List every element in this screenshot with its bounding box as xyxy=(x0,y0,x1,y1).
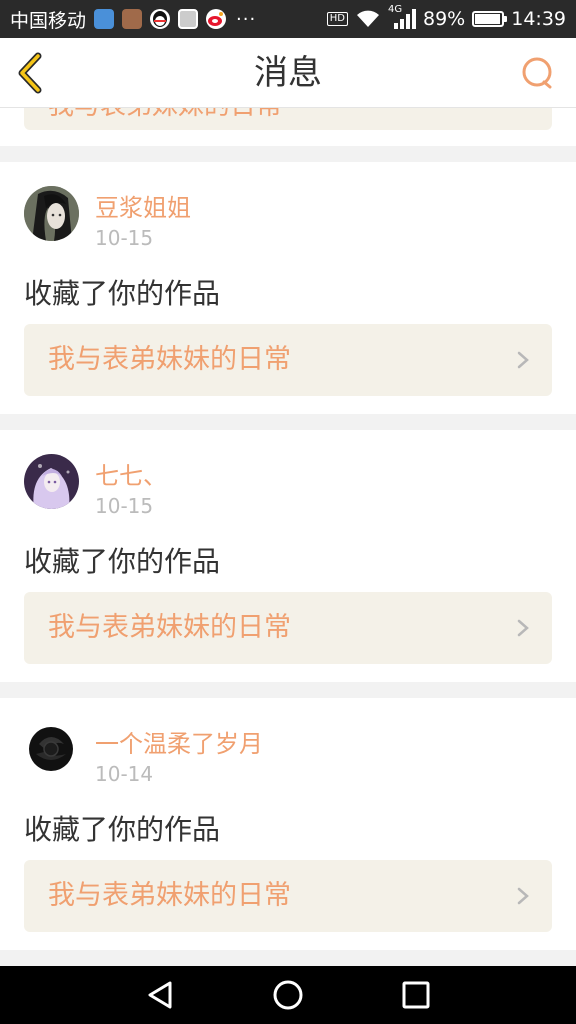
header: 消息 xyxy=(0,38,576,108)
wifi-icon xyxy=(357,10,379,27)
message-date: 10-15 xyxy=(95,226,154,250)
list-item: 七七、 10-15 收藏了你的作品 我与表弟妹妹的日常 xyxy=(0,430,576,682)
work-link[interactable]: 我与表弟妹妹的日常 xyxy=(24,592,552,664)
avatar[interactable] xyxy=(24,186,79,241)
message-list[interactable]: 我与表弟妹妹的日常 豆浆姐姐 10-15 收藏了你的作品 我与表弟妹妹的日常 xyxy=(0,108,576,966)
nav-recents-button[interactable] xyxy=(396,975,436,1015)
action-text: 收藏了你的作品 xyxy=(24,813,221,846)
battery-percent: 89% xyxy=(423,8,466,30)
work-title: 我与表弟妹妹的日常 xyxy=(48,344,291,375)
qq-icon xyxy=(150,9,171,29)
status-right: HD 4G 89% 14:39 xyxy=(326,4,566,30)
status-left: 中国移动 ··· xyxy=(10,6,256,33)
list-item: 我与表弟妹妹的日常 xyxy=(0,108,576,146)
work-title: 我与表弟妹妹的日常 xyxy=(48,108,282,142)
chevron-right-icon xyxy=(517,351,529,369)
avatar[interactable] xyxy=(24,722,79,777)
work-link[interactable]: 我与表弟妹妹的日常 xyxy=(24,108,552,130)
navigation-bar xyxy=(0,966,576,1024)
username[interactable]: 一个温柔了岁月 xyxy=(95,724,263,759)
chevron-right-icon xyxy=(517,619,529,637)
work-title: 我与表弟妹妹的日常 xyxy=(48,880,291,911)
work-title: 我与表弟妹妹的日常 xyxy=(48,612,291,643)
message-date: 10-15 xyxy=(95,494,154,518)
work-link[interactable]: 我与表弟妹妹的日常 xyxy=(24,860,552,932)
chevron-right-icon xyxy=(517,887,529,905)
message-date: 10-14 xyxy=(95,762,154,786)
search-icon xyxy=(522,57,552,89)
clock: 14:39 xyxy=(511,8,566,30)
search-button[interactable] xyxy=(520,56,554,90)
triangle-back-icon xyxy=(148,981,172,1009)
hd-icon: HD xyxy=(326,12,348,26)
gallery-icon xyxy=(178,9,199,29)
list-item: 豆浆姐姐 10-15 收藏了你的作品 我与表弟妹妹的日常 xyxy=(0,162,576,414)
page-title: 消息 xyxy=(254,53,322,93)
nav-back-button[interactable] xyxy=(140,975,180,1015)
username[interactable]: 七七、 xyxy=(95,456,167,491)
battery-icon xyxy=(472,11,508,27)
nav-home-button[interactable] xyxy=(268,975,308,1015)
square-recents-icon xyxy=(402,981,430,1009)
carrier-name: 中国移动 xyxy=(10,9,87,32)
username[interactable]: 豆浆姐姐 xyxy=(95,188,191,223)
network-type: 4G xyxy=(388,4,403,15)
circle-home-icon xyxy=(273,980,303,1010)
avatar[interactable] xyxy=(24,454,79,509)
app-notification-icon xyxy=(94,9,115,29)
work-link[interactable]: 我与表弟妹妹的日常 xyxy=(24,324,552,396)
qr-app-icon xyxy=(122,9,143,29)
action-text: 收藏了你的作品 xyxy=(24,545,221,578)
action-text: 收藏了你的作品 xyxy=(24,277,221,310)
status-bar: 中国移动 ··· HD 4G 89% 14:39 xyxy=(0,0,576,38)
weibo-icon xyxy=(206,9,227,29)
list-item: 一个温柔了岁月 10-14 收藏了你的作品 我与表弟妹妹的日常 xyxy=(0,698,576,950)
signal-icon: 4G xyxy=(388,4,416,30)
more-notifications-icon: ··· xyxy=(236,8,257,30)
